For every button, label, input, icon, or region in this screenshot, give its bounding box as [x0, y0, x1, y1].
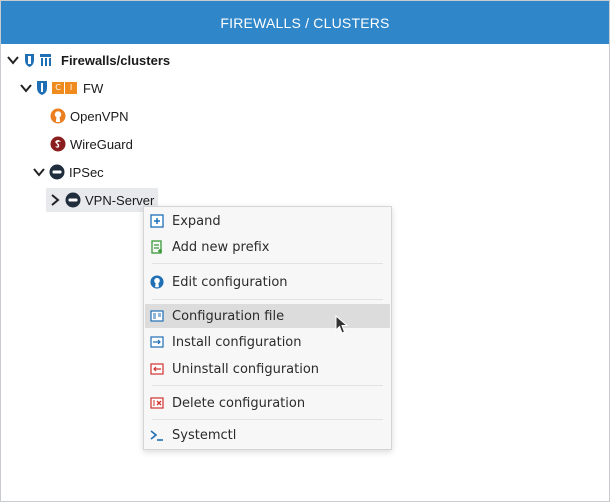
menu-label-systemctl: Systemctl — [172, 427, 237, 443]
firewalls-icon — [25, 54, 51, 67]
menu-item-add-prefix[interactable]: Add new prefix — [145, 235, 390, 259]
menu-separator — [152, 299, 383, 300]
menu-label-configuration-file: Configuration file — [172, 308, 285, 324]
tree-node-openvpn[interactable]: OpenVPN — [50, 104, 129, 128]
menu-item-uninstall-configuration[interactable]: Uninstall configuration — [145, 357, 390, 381]
tree-node-vpn-server[interactable]: VPN-Server — [46, 188, 159, 212]
menu-item-expand[interactable]: Expand — [145, 209, 390, 233]
panel-title: FIREWALLS / CLUSTERS — [220, 14, 390, 31]
menu-separator — [152, 385, 383, 386]
chevron-down-icon[interactable] — [19, 81, 33, 95]
context-menu: Expand Add new prefix Edit configuration… — [143, 206, 392, 450]
menu-label-delete-configuration: Delete configuration — [172, 395, 306, 411]
tree-node-ipsec[interactable]: IPSec — [32, 160, 104, 184]
tree-label-fw: FW — [83, 80, 104, 96]
terminal-icon — [150, 430, 163, 441]
chevron-down-icon[interactable] — [32, 165, 46, 179]
menu-label-expand: Expand — [172, 213, 221, 229]
tree-node-wireguard[interactable]: WireGuard — [50, 132, 133, 156]
shield-icon — [37, 81, 47, 95]
tree-label-ipsec: IPSec — [69, 164, 104, 180]
cluster-badge: C I — [52, 82, 77, 94]
openvpn-icon — [50, 108, 66, 124]
openvpn-icon — [150, 275, 164, 289]
menu-item-configuration-file[interactable]: Configuration file — [145, 304, 390, 328]
menu-item-install-configuration[interactable]: Install configuration — [145, 330, 390, 354]
wireguard-icon — [50, 136, 66, 152]
chevron-down-icon[interactable] — [6, 53, 20, 67]
tree-label-root: Firewalls/clusters — [61, 52, 171, 68]
menu-label-uninstall-configuration: Uninstall configuration — [172, 361, 320, 377]
add-prefix-icon — [151, 240, 162, 254]
menu-item-systemctl[interactable]: Systemctl — [145, 423, 390, 447]
menu-item-edit-configuration[interactable]: Edit configuration — [145, 270, 390, 294]
menu-label-install-configuration: Install configuration — [172, 334, 302, 350]
config-file-icon — [150, 310, 164, 322]
install-icon — [150, 336, 164, 348]
uninstall-icon — [150, 363, 164, 375]
expand-icon — [150, 214, 164, 228]
menu-label-add-prefix: Add new prefix — [172, 239, 270, 255]
menu-item-delete-configuration[interactable]: Delete configuration — [145, 391, 390, 415]
badge-letter-i: I — [65, 82, 77, 94]
delete-config-icon — [150, 397, 164, 409]
menu-separator — [152, 419, 383, 420]
badge-letter-c: C — [52, 82, 64, 94]
ipsec-icon — [65, 192, 81, 208]
chevron-right-icon[interactable] — [48, 193, 62, 207]
tree-node-root[interactable]: Firewalls/clusters — [6, 48, 170, 72]
menu-separator — [152, 263, 383, 264]
ipsec-icon — [49, 164, 65, 180]
tree-label-openvpn: OpenVPN — [70, 108, 129, 124]
tree-node-fw[interactable]: C I FW — [19, 76, 103, 100]
mouse-cursor-icon — [335, 315, 349, 334]
menu-label-edit-configuration: Edit configuration — [172, 274, 288, 290]
tree-label-wireguard: WireGuard — [70, 136, 133, 152]
panel-header: FIREWALLS / CLUSTERS — [1, 1, 609, 44]
